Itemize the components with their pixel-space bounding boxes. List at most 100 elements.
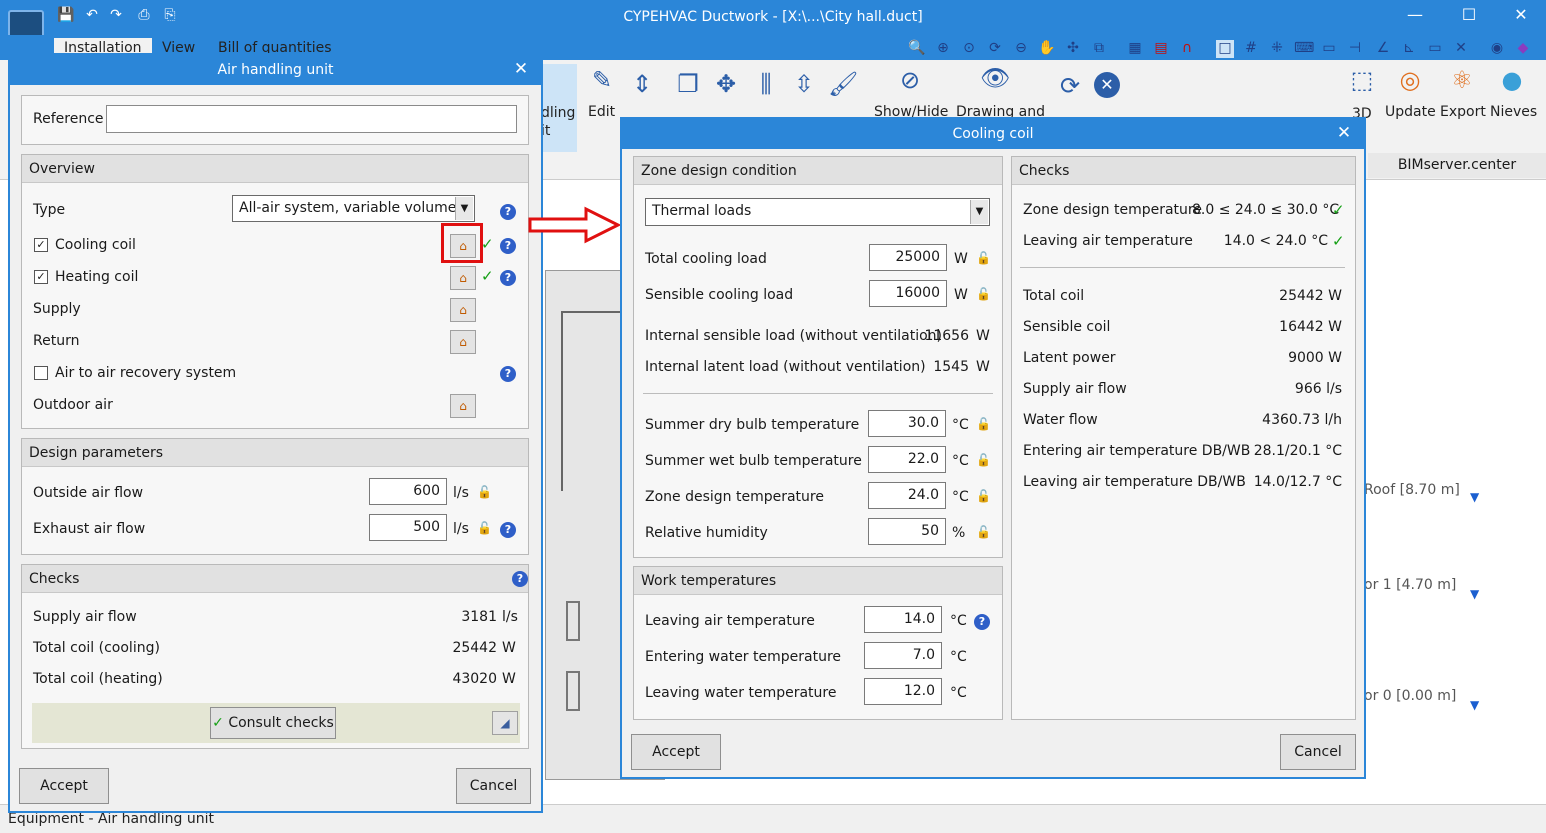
zone-mode-select[interactable]: Thermal loads ▼ <box>645 198 990 226</box>
cancel-calc-icon[interactable]: ✕ <box>1094 72 1120 98</box>
grid-icon[interactable]: # <box>1242 40 1260 58</box>
view-window-icon[interactable]: ⧉ <box>1090 40 1108 58</box>
help-icon[interactable]: ? <box>500 270 516 286</box>
reference-input[interactable] <box>106 105 517 133</box>
maximize-button[interactable]: ☐ <box>1454 5 1484 29</box>
show-hide-icon[interactable]: ⊘ <box>896 66 924 94</box>
help-icon[interactable]: ? <box>500 366 516 382</box>
type-select[interactable]: All-air system, variable volume ▼ <box>232 195 475 222</box>
scale-icon[interactable]: ▭ <box>1320 40 1338 58</box>
books-icon[interactable]: ◆ <box>1514 40 1532 58</box>
report-icon[interactable]: ◢ <box>492 711 518 735</box>
accept-button[interactable]: Accept <box>19 768 109 804</box>
divider <box>643 393 993 394</box>
move-node-icon[interactable]: ⇕ <box>628 70 656 98</box>
outdoor-air-edit-button[interactable]: ⌂ <box>450 394 476 418</box>
save-icon[interactable]: 💾 <box>56 7 76 27</box>
refresh-view-icon[interactable]: ⟳ <box>986 40 1004 58</box>
outside-air-flow-input[interactable]: 600 <box>369 478 447 505</box>
dimension-icon[interactable]: ⊣ <box>1346 40 1364 58</box>
print-icon[interactable]: ⎙ <box>134 7 154 27</box>
lock-icon[interactable]: 🔓 <box>976 417 991 431</box>
export-icon[interactable]: ⚛ <box>1448 66 1476 94</box>
mirror-icon[interactable]: ⫼ <box>752 70 780 98</box>
close-icon[interactable]: ✕ <box>1334 123 1354 143</box>
consult-checks-button[interactable]: ✓ Consult checks <box>210 707 336 739</box>
design-parameters-panel: Design parameters Outside air flow 600 l… <box>21 438 529 555</box>
snap-icon[interactable]: ⁜ <box>1268 40 1286 58</box>
chevron-down-icon[interactable]: ▼ <box>970 200 988 224</box>
help-icon[interactable]: ? <box>500 522 516 538</box>
lock-icon[interactable]: 🔓 <box>477 485 492 499</box>
chevron-down-icon[interactable]: ▼ <box>455 197 473 220</box>
lock-icon[interactable]: 🔓 <box>477 521 492 535</box>
select-icon[interactable]: □ <box>1216 40 1234 58</box>
comment-icon[interactable]: ▭ <box>1426 40 1444 58</box>
tools-icon[interactable]: ✕ <box>1452 40 1470 58</box>
result-label: Sensible coil <box>1023 319 1111 335</box>
help-icon[interactable]: ? <box>500 204 516 220</box>
summer-dry-bulb-input[interactable]: 30.0 <box>868 410 946 437</box>
bimserver-bar[interactable]: BIMserver.center <box>1368 153 1546 178</box>
zoom-out-icon[interactable]: ⊖ <box>1012 40 1030 58</box>
redo-icon[interactable]: ↷ <box>106 7 126 27</box>
summer-wet-bulb-input[interactable]: 22.0 <box>868 446 946 473</box>
zone-design-temperature-input[interactable]: 24.0 <box>868 482 946 509</box>
type-select-value: All-air system, variable volume <box>239 200 457 216</box>
lock-icon[interactable]: 🔓 <box>976 453 991 467</box>
drawing-icon[interactable]: 👁 <box>980 64 1010 92</box>
supply-edit-button[interactable]: ⌂ <box>450 298 476 322</box>
zoom-extents-icon[interactable]: ⊕ <box>934 40 952 58</box>
help-icon[interactable]: ? <box>500 238 516 254</box>
cancel-button[interactable]: Cancel <box>456 768 531 804</box>
brush-icon[interactable]: 🖌 <box>828 70 858 98</box>
help-icon[interactable]: ? <box>512 571 528 587</box>
align-icon[interactable]: ⇳ <box>790 70 818 98</box>
outside-air-flow-label: Outside air flow <box>33 485 144 501</box>
entering-water-temperature-input[interactable]: 7.0 <box>864 642 942 669</box>
lock-icon[interactable]: 🔓 <box>976 525 991 539</box>
magnet-icon[interactable]: ∩ <box>1178 40 1196 58</box>
angle-icon[interactable]: ∠ <box>1374 40 1392 58</box>
check-label: Total coil (heating) <box>33 671 163 687</box>
copy-icon[interactable]: ❐ <box>674 70 702 98</box>
lock-icon[interactable]: 🔓 <box>976 489 991 503</box>
lock-icon[interactable]: 🔓 <box>976 251 991 265</box>
return-edit-button[interactable]: ⌂ <box>450 330 476 354</box>
close-icon[interactable]: ✕ <box>511 59 531 79</box>
calculate-icon[interactable]: ⟳ <box>1056 72 1084 100</box>
minimize-button[interactable]: — <box>1400 5 1430 29</box>
update-icon[interactable]: ◎ <box>1396 66 1424 94</box>
heating-coil-edit-button[interactable]: ⌂ <box>450 266 476 290</box>
exhaust-air-flow-input[interactable]: 500 <box>369 514 447 541</box>
sensible-cooling-load-input[interactable]: 16000 <box>869 280 947 307</box>
leaving-air-temperature-input[interactable]: 14.0 <box>864 606 942 633</box>
relative-humidity-input[interactable]: 50 <box>868 518 946 545</box>
print-preview-icon[interactable]: ⎘ <box>160 7 180 27</box>
undo-icon[interactable]: ↶ <box>82 7 102 27</box>
close-window-button[interactable]: ✕ <box>1506 5 1536 29</box>
grid-toggle-icon[interactable]: ▦ <box>1126 40 1144 58</box>
user-avatar-icon[interactable]: ● <box>1498 66 1526 94</box>
orbit-icon[interactable]: ✣ <box>1064 40 1082 58</box>
recovery-checkbox[interactable] <box>34 366 48 380</box>
measure-icon[interactable]: ⊾ <box>1400 40 1418 58</box>
edit-icon[interactable]: ✎ <box>588 66 616 94</box>
3d-view-icon[interactable]: ⬚ <box>1348 66 1376 94</box>
move-icon[interactable]: ✥ <box>712 70 740 98</box>
layers-icon[interactable]: ▤ <box>1152 40 1170 58</box>
cooling-coil-checkbox[interactable]: ✓ <box>34 238 48 252</box>
zoom-icon[interactable]: 🔍 <box>908 40 926 58</box>
total-cooling-load-input[interactable]: 25000 <box>869 244 947 271</box>
web-icon[interactable]: ◉ <box>1488 40 1506 58</box>
keyboard-icon[interactable]: ⌨ <box>1294 40 1314 58</box>
lock-icon[interactable]: 🔓 <box>976 287 991 301</box>
check-label: Supply air flow <box>33 609 137 625</box>
cancel-button[interactable]: Cancel <box>1280 734 1356 770</box>
leaving-water-temperature-input[interactable]: 12.0 <box>864 678 942 705</box>
heating-coil-checkbox[interactable]: ✓ <box>34 270 48 284</box>
accept-button[interactable]: Accept <box>631 734 721 770</box>
pan-icon[interactable]: ✋ <box>1038 40 1056 58</box>
help-icon[interactable]: ? <box>974 614 990 630</box>
zoom-window-icon[interactable]: ⊙ <box>960 40 978 58</box>
